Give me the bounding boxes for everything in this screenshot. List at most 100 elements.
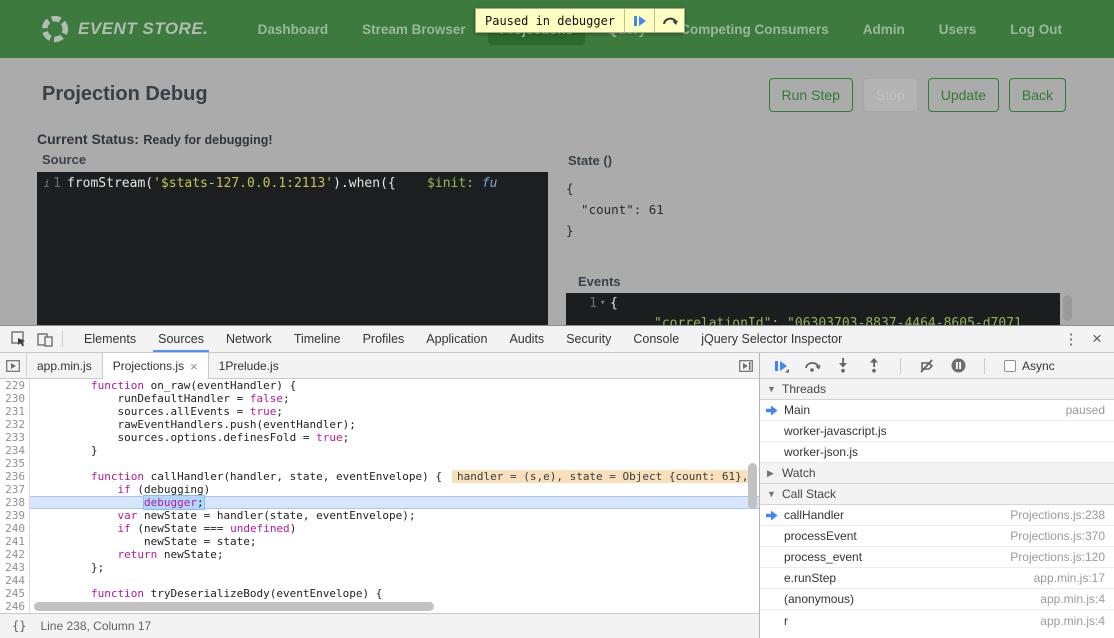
thread-row-main[interactable]: Mainpaused [760, 400, 1114, 421]
source-editor[interactable]: i1 fromStream('$stats-127.0.0.1:2113').w… [37, 172, 548, 325]
deactivate-breakpoints-icon [919, 359, 935, 373]
inspect-element-button[interactable] [6, 328, 32, 350]
code-line-233: 233 sources.options.definesFold = true; [0, 431, 759, 444]
step-out-button[interactable] [865, 357, 883, 375]
brand[interactable]: EVENT STORE. [40, 14, 208, 44]
stack-frame-callhandler[interactable]: callHandlerProjections.js:238 [760, 505, 1114, 526]
projection-debug-page: Projection Debug Run StepStopUpdateBack … [0, 58, 1114, 325]
nav-item-log-out[interactable]: Log Out [998, 14, 1074, 45]
vertical-scrollbar[interactable] [748, 463, 757, 509]
status-label: Current Status: [37, 131, 139, 147]
file-tab-projections-js[interactable]: Projections.js× [102, 353, 209, 379]
code-segment-ident: $init: [427, 176, 474, 191]
horizontal-scrollbar[interactable] [34, 602, 434, 611]
watch-section-header[interactable]: ▶ Watch [760, 463, 1114, 484]
info-icon: i [44, 177, 51, 190]
code-text: } [30, 444, 98, 457]
thread-row-worker-javascript-js[interactable]: worker-javascript.js [760, 421, 1114, 442]
thread-row-worker-json-js[interactable]: worker-json.js [760, 442, 1114, 463]
stack-frame-r[interactable]: rapp.min.js:4 [760, 610, 1114, 631]
paused-statement: debugger; [144, 496, 204, 509]
devtools-tab-network[interactable]: Network [215, 326, 283, 352]
state-json: { "count": 61 } [566, 178, 664, 241]
frame-function: r [784, 614, 788, 628]
devtools-tab-security[interactable]: Security [555, 326, 622, 352]
code-line-232: 232 rawEventHandlers.push(eventHandler); [0, 418, 759, 431]
state-heading: State () [568, 153, 612, 168]
sources-pane: app.min.js Projections.js×1Prelude.js 229… [0, 353, 760, 638]
nav-item-stream-browser[interactable]: Stream Browser [350, 14, 478, 45]
devtools-panel: ElementsSourcesNetworkTimelineProfilesAp… [0, 325, 1114, 638]
frame-location: app.min.js:17 [1034, 571, 1114, 585]
code-line-245: 245 function tryDeserializeBody(eventEnv… [0, 587, 759, 600]
resume-icon [633, 14, 647, 28]
code-line-234: 234 } [0, 444, 759, 457]
pretty-print-button[interactable]: {} [12, 619, 26, 633]
show-navigator-button[interactable] [0, 353, 27, 378]
stack-frame-processevent[interactable]: processEventProjections.js:370 [760, 526, 1114, 547]
devtools-close-button[interactable]: × [1086, 329, 1108, 349]
current-position-arrow [766, 510, 778, 524]
devtools-tab-elements[interactable]: Elements [73, 326, 147, 352]
stack-frame--anonymous-[interactable]: (anonymous)app.min.js:4 [760, 589, 1114, 610]
call-stack-section-header[interactable]: ▼ Call Stack [760, 484, 1114, 505]
step-out-icon [868, 358, 880, 373]
devtools-tab-audits[interactable]: Audits [498, 326, 555, 352]
code-line-243: 243 }; [0, 561, 759, 574]
nav-item-admin[interactable]: Admin [851, 14, 917, 45]
step-over-button[interactable] [654, 9, 684, 32]
devtools-menu-button[interactable]: ⋮ [1060, 330, 1082, 348]
pause-on-exceptions-button[interactable] [949, 357, 967, 375]
stack-frame-e-runstep[interactable]: e.runStepapp.min.js:17 [760, 568, 1114, 589]
pause-on-exceptions-icon [951, 358, 966, 373]
devtools-tab-timeline[interactable]: Timeline [283, 326, 352, 352]
device-toolbar-button[interactable] [32, 328, 58, 350]
code-line-242: 242 return newState; [0, 548, 759, 561]
panel-toggle-icon[interactable] [739, 360, 753, 372]
events-editor[interactable]: 1 ▾ { "correlationId": "06303703-8837-44… [566, 293, 1060, 325]
code-segment-plain: ).when({ [333, 176, 396, 191]
fold-arrow-icon[interactable]: ▾ [600, 298, 610, 308]
frame-location: Projections.js:238 [1010, 508, 1114, 522]
code-text: sources.options.definesFold = true; [30, 431, 349, 444]
devtools-tab-console[interactable]: Console [622, 326, 690, 352]
line-number: 234 [0, 444, 30, 457]
resume-script-button[interactable] [624, 9, 654, 32]
events-scrollbar[interactable] [1063, 295, 1072, 321]
devtools-tab-jquery-selector-inspector[interactable]: jQuery Selector Inspector [690, 326, 853, 352]
event-store-logo-icon [40, 14, 70, 44]
file-tab-app-min-js[interactable]: app.min.js [27, 353, 102, 378]
code-text: function callHandler(handler, state, eve… [30, 470, 753, 483]
source-heading: Source [42, 152, 86, 167]
debugger-sidebar: Async ▼ Threads Mainpausedworker-javascr… [760, 353, 1114, 638]
devtools-tab-sources[interactable]: Sources [147, 326, 215, 352]
async-checkbox[interactable] [1004, 360, 1016, 372]
line-number: 236 [0, 470, 30, 483]
threads-section-header[interactable]: ▼ Threads [760, 379, 1114, 400]
line-number: 233 [0, 431, 30, 444]
update-button[interactable]: Update [928, 78, 999, 112]
file-tab-1prelude-js[interactable]: 1Prelude.js [209, 353, 289, 378]
nav-item-users[interactable]: Users [927, 14, 989, 45]
file-tabs: app.min.js Projections.js×1Prelude.js [0, 353, 759, 379]
resume-button[interactable] [772, 357, 790, 375]
step-into-button[interactable] [834, 357, 852, 375]
call-stack-list: callHandlerProjections.js:238processEven… [760, 505, 1114, 631]
nav-item-competing-consumers[interactable]: Competing Consumers [668, 14, 841, 45]
close-icon[interactable]: × [190, 359, 198, 374]
back-button[interactable]: Back [1009, 78, 1066, 112]
code-line-239: 239 var newState = handler(state, eventE… [0, 509, 759, 522]
step-over-button[interactable] [803, 357, 821, 375]
code-segment-plain [396, 176, 427, 191]
code-segment-string: '$stats-127.0.0.1:2113' [153, 176, 333, 191]
navigator-toggle-icon [6, 360, 20, 372]
stack-frame-process-event[interactable]: process_eventProjections.js:120 [760, 547, 1114, 568]
devtools-tab-application[interactable]: Application [415, 326, 498, 352]
run-step-button[interactable]: Run Step [769, 78, 853, 112]
source-code: fromStream('$stats-127.0.0.1:2113').when… [67, 176, 498, 191]
code-editor[interactable]: 229 function on_raw(eventHandler) {230 r… [0, 379, 759, 613]
devtools-tab-profiles[interactable]: Profiles [352, 326, 416, 352]
file-tab-label: app.min.js [37, 359, 92, 373]
deactivate-breakpoints-button[interactable] [918, 357, 936, 375]
nav-item-dashboard[interactable]: Dashboard [246, 14, 341, 45]
